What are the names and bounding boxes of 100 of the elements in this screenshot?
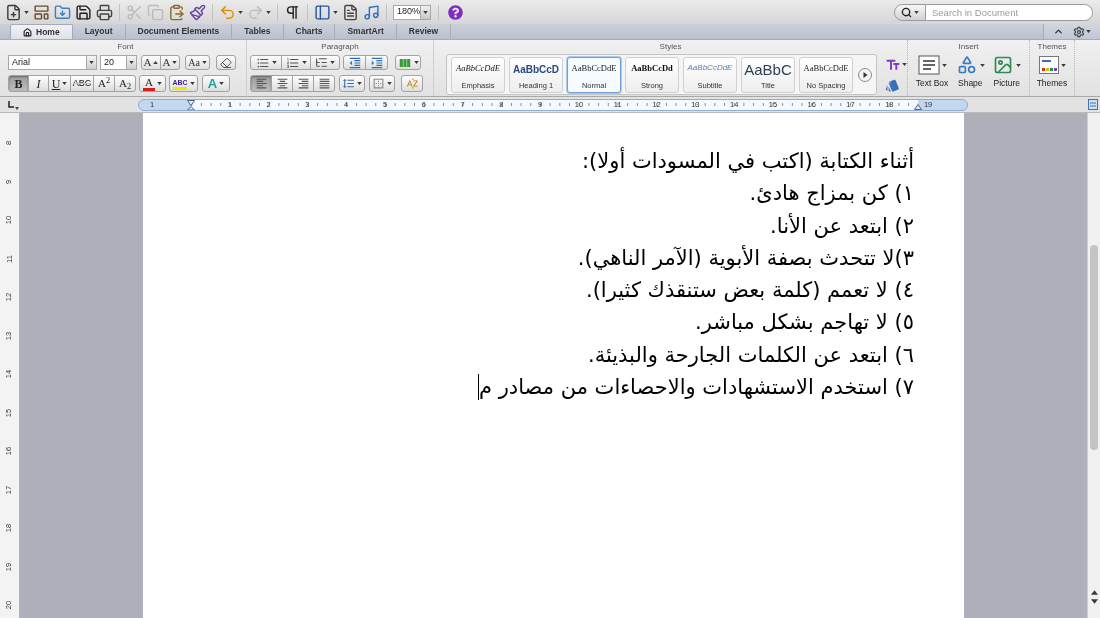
paragraph: ٣)لا تتحدث بصفة الأبوية (الآمر الناهي). xyxy=(577,244,914,272)
caret-icon xyxy=(1060,63,1066,67)
help-icon[interactable] xyxy=(448,4,463,20)
caret-icon xyxy=(89,61,94,64)
caret-icon xyxy=(413,61,419,64)
caret-icon[interactable] xyxy=(333,10,338,14)
zoom-combobox[interactable]: 180% xyxy=(393,4,431,20)
paragraph: ٥) لا تهاجم بشكل مباشر. xyxy=(695,309,914,337)
paragraph: ٦) ابتعد عن الكلمات الجارحة والبذيئة. xyxy=(587,341,914,369)
caret-icon xyxy=(271,61,277,64)
align-left-button[interactable] xyxy=(250,75,272,92)
right-indent-marker-icon[interactable] xyxy=(914,103,922,110)
printer-icon[interactable] xyxy=(96,3,113,21)
style-preview: AaBbCcDdE xyxy=(803,61,849,75)
align-right-button[interactable] xyxy=(292,75,314,92)
superscript-button[interactable]: A$^{2}$ xyxy=(93,75,115,92)
decrease-indent-button[interactable] xyxy=(343,55,366,70)
style-preview: AaBbC xyxy=(744,61,792,78)
scroll-down-icon[interactable] xyxy=(1090,599,1098,604)
underline-button[interactable]: U xyxy=(48,75,71,92)
shape-button[interactable]: Shape xyxy=(955,54,985,90)
sidebar-icon[interactable] xyxy=(314,3,331,21)
caret-icon xyxy=(201,61,207,64)
borders-button[interactable] xyxy=(369,75,395,92)
caret-icon xyxy=(1086,30,1091,33)
caret-icon xyxy=(301,61,307,64)
decrease-indent-icon xyxy=(347,55,362,70)
shrink-font-button[interactable]: A xyxy=(160,55,180,70)
ribbon-tab[interactable]: SmartArt xyxy=(335,24,397,39)
style-cards-icon xyxy=(885,77,900,93)
caret-icon xyxy=(189,82,195,85)
style-preview: AaBbCcDd xyxy=(631,61,673,75)
align-center-button[interactable] xyxy=(271,75,293,92)
scroll-up-icon[interactable] xyxy=(1090,590,1098,595)
text-box-button[interactable]: Text Box xyxy=(915,54,949,90)
settings-icon[interactable] xyxy=(1073,25,1085,38)
caret-icon[interactable] xyxy=(24,10,29,14)
themes-button[interactable]: Themes xyxy=(1030,54,1074,90)
tab-stop-icon[interactable] xyxy=(7,99,19,110)
caret-icon xyxy=(62,82,68,85)
caret-icon[interactable] xyxy=(238,10,243,14)
ribbon-tab[interactable]: Tables xyxy=(232,24,284,39)
document-icon[interactable] xyxy=(342,3,359,21)
font-name-combobox[interactable]: Arial xyxy=(8,55,97,70)
ribbon-tab[interactable]: Review xyxy=(396,24,452,39)
ribbon-tab[interactable]: Home xyxy=(10,24,73,39)
multilevel-list-button[interactable] xyxy=(310,55,340,70)
font-color-button[interactable]: A xyxy=(139,75,166,92)
bullets-button[interactable] xyxy=(250,55,282,70)
group-title: Insert xyxy=(958,41,979,53)
triangle-down-icon xyxy=(172,61,178,64)
align-right-icon xyxy=(296,77,310,90)
indent-marker-icon[interactable] xyxy=(187,99,195,110)
text-cursor xyxy=(478,374,479,401)
line-spacing-button[interactable] xyxy=(339,75,365,92)
scrollbar[interactable] xyxy=(1087,113,1100,618)
scrollbar-thumb[interactable] xyxy=(1090,245,1098,450)
picture-button[interactable]: Picture xyxy=(992,54,1022,90)
caret-icon xyxy=(979,63,985,67)
ribbon-tab[interactable]: Document Elements xyxy=(125,24,233,39)
bold-button[interactable]: B xyxy=(8,75,29,92)
clear-formatting-button[interactable] xyxy=(216,55,236,70)
music-note-icon[interactable] xyxy=(363,3,380,21)
italic-button[interactable]: I xyxy=(28,75,49,92)
search-field[interactable]: Search in Document xyxy=(925,3,1093,21)
grow-font-button[interactable]: A xyxy=(141,55,161,70)
caret-icon xyxy=(330,61,335,64)
columns-button[interactable] xyxy=(395,55,421,70)
save-icon[interactable] xyxy=(75,3,92,21)
list-tree-icon xyxy=(315,56,328,69)
caret-icon[interactable] xyxy=(266,10,271,14)
borders-icon xyxy=(372,77,385,90)
align-left-icon xyxy=(254,77,268,90)
caret-icon xyxy=(129,61,134,64)
pilcrow-icon[interactable] xyxy=(284,3,301,21)
caret-icon xyxy=(357,82,362,85)
paintbrush-icon[interactable] xyxy=(189,3,206,21)
caret-icon[interactable] xyxy=(902,63,907,66)
justify-icon xyxy=(317,77,331,90)
change-case-button[interactable]: Aa xyxy=(185,55,210,70)
file-plus-icon[interactable] xyxy=(5,3,22,21)
ribbon-tab[interactable]: Charts xyxy=(283,24,336,39)
eraser-icon xyxy=(220,56,232,69)
ribbon-tab[interactable]: Layout xyxy=(72,24,126,39)
justify-button[interactable] xyxy=(313,75,335,92)
template-gallery-icon[interactable] xyxy=(33,3,50,21)
subscript-button[interactable]: A$_{2}$ xyxy=(114,75,136,92)
search-options-button[interactable] xyxy=(894,3,926,21)
chevron-up-icon[interactable] xyxy=(1053,26,1064,37)
color-swatch-icon xyxy=(143,87,155,91)
numbering-button[interactable] xyxy=(281,55,311,70)
paragraph: ٧) استخدم الاستشهادات والاحصاءات من مصادر م xyxy=(479,374,914,402)
clipboard-icon[interactable] xyxy=(168,3,185,21)
style-preview: AaBbCcDdE xyxy=(687,61,733,74)
split-handle-icon[interactable] xyxy=(1088,99,1098,110)
increase-indent-button[interactable] xyxy=(365,55,388,70)
group-title: Styles xyxy=(659,41,682,53)
sort-button[interactable] xyxy=(401,75,423,92)
font-size-combobox[interactable]: 20 xyxy=(100,55,137,70)
search-icon xyxy=(901,6,912,18)
